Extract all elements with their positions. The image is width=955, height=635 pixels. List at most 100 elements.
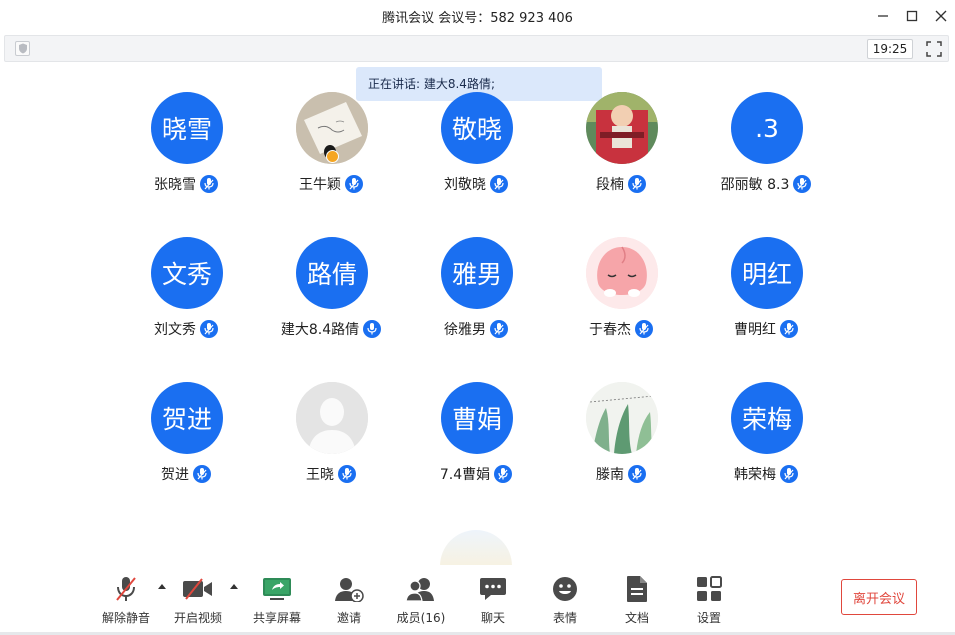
members-label: 成员(16) [396, 611, 446, 625]
avatar-photo [586, 92, 658, 164]
unmute-label: 解除静音 [101, 611, 150, 625]
participant-name: 张晓雪 [154, 177, 196, 193]
unmute-button[interactable]: 解除静音 [91, 573, 161, 629]
fullscreen-icon[interactable] [925, 40, 943, 58]
participant-name: 7.4曹娟 [439, 467, 491, 483]
participant-tile[interactable]: 于春杰 [551, 237, 691, 357]
close-icon [935, 10, 947, 22]
participant-tile[interactable]: 敬晓 刘敬晓 [406, 92, 546, 212]
participant-tile[interactable]: 王牛颖 [261, 92, 401, 212]
participant-name-row: 刘文秀 [116, 319, 256, 339]
maximize-icon [906, 10, 918, 22]
participant-name-row: 王晓 [261, 464, 401, 484]
avatar-photo [586, 237, 658, 309]
members-icon [386, 573, 456, 605]
microphone-icon[interactable] [494, 465, 513, 483]
microphone-icon[interactable] [780, 465, 798, 483]
smiley-icon [530, 573, 600, 605]
chat-label: 聊天 [480, 611, 505, 625]
invite-button[interactable]: 邀请 [314, 573, 384, 629]
emoji-label: 表情 [552, 611, 577, 625]
microphone-icon[interactable] [793, 175, 812, 193]
participant-tile[interactable]: 贺进 贺进 [116, 382, 256, 502]
participant-tile[interactable]: .3 邵丽敏 8.3 [696, 92, 836, 212]
microphone-icon[interactable] [345, 175, 363, 193]
close-button[interactable] [930, 5, 952, 27]
participant-name-row: 滕南 [551, 464, 691, 484]
participant-tile[interactable]: 文秀 刘文秀 [116, 237, 256, 357]
microphone-icon[interactable] [628, 465, 646, 483]
participant-name-row: 徐雅男 [406, 319, 546, 339]
participant-tile[interactable]: 雅男 徐雅男 [406, 237, 546, 357]
microphone-icon[interactable] [628, 175, 646, 193]
participant-name: 于春杰 [589, 322, 631, 338]
participant-name: 贺进 [161, 467, 189, 483]
avatar-photo [586, 382, 658, 454]
meeting-info-bar: 19:25 [4, 35, 949, 62]
participant-tile[interactable]: 段楠 [551, 92, 691, 212]
participant-tile[interactable]: 荣梅 韩荣梅 [696, 382, 836, 502]
avatar-photo-partial[interactable] [440, 530, 512, 566]
documents-label: 文档 [624, 611, 649, 625]
participant-tile[interactable]: 滕南 [551, 382, 691, 502]
leave-meeting-button[interactable]: 离开会议 [841, 579, 917, 615]
video-options-caret-icon[interactable] [230, 584, 238, 589]
microphone-muted-icon [91, 573, 161, 605]
emoji-button[interactable]: 表情 [530, 573, 600, 629]
participant-tile[interactable]: 路倩 建大8.4路倩 [261, 237, 401, 357]
participant-name-row: 段楠 [551, 174, 691, 194]
microphone-icon[interactable] [200, 320, 218, 338]
participant-name-row: 王牛颖 [261, 174, 401, 194]
participant-name: 曹明红 [734, 322, 776, 338]
participant-name-row: 张晓雪 [116, 174, 256, 194]
participant-name: 邵丽敏 8.3 [720, 177, 790, 193]
document-icon [602, 573, 672, 605]
participant-name: 建大8.4路倩 [280, 322, 360, 338]
microphone-icon[interactable] [635, 320, 653, 338]
avatar: 路倩 [296, 237, 368, 309]
participant-tile[interactable]: 王晓 [261, 382, 401, 502]
start-video-label: 开启视频 [173, 611, 222, 625]
participant-name: 王牛颖 [299, 177, 341, 193]
documents-button[interactable]: 文档 [602, 573, 672, 629]
settings-label: 设置 [696, 611, 721, 625]
camera-off-icon [163, 573, 233, 605]
microphone-icon[interactable] [338, 465, 356, 483]
participant-tile[interactable]: 明红 曹明红 [696, 237, 836, 357]
microphone-active-icon[interactable] [363, 320, 382, 338]
meeting-toolbar: 解除静音 开启视频 共享屏幕 邀请 成员(16) 聊天 表情 文档 设置 离开会… [0, 565, 955, 635]
microphone-icon[interactable] [490, 175, 508, 193]
meeting-clock: 19:25 [867, 39, 913, 59]
microphone-icon[interactable] [193, 465, 211, 483]
chat-button[interactable]: 聊天 [458, 573, 528, 629]
avatar: 敬晓 [441, 92, 513, 164]
avatar: 荣梅 [731, 382, 803, 454]
share-screen-button[interactable]: 共享屏幕 [242, 573, 312, 629]
default-avatar-icon [296, 382, 368, 454]
participant-tile[interactable]: 晓雪 张晓雪 [116, 92, 256, 212]
participant-name-row: 曹明红 [696, 319, 836, 339]
settings-button[interactable]: 设置 [674, 573, 744, 629]
microphone-icon[interactable] [200, 175, 218, 193]
avatar: 曹娟 [441, 382, 513, 454]
host-badge-icon [326, 150, 339, 163]
avatar: 雅男 [441, 237, 513, 309]
start-video-button[interactable]: 开启视频 [163, 573, 233, 629]
participant-name-row: 7.4曹娟 [406, 464, 546, 484]
participant-name: 王晓 [306, 467, 334, 483]
share-screen-icon [242, 573, 312, 605]
participant-name-row: 于春杰 [551, 319, 691, 339]
participant-name: 滕南 [596, 467, 624, 483]
microphone-icon[interactable] [780, 320, 798, 338]
microphone-icon[interactable] [490, 320, 508, 338]
participant-name-row: 刘敬晓 [406, 174, 546, 194]
minimize-icon [878, 15, 888, 17]
security-shield-icon[interactable] [15, 41, 30, 56]
chat-bubble-icon [458, 573, 528, 605]
window-title: 腾讯会议 会议号：582 923 406 [382, 11, 573, 26]
members-button[interactable]: 成员(16) [386, 573, 456, 629]
minimize-button[interactable] [872, 5, 894, 27]
participant-name: 刘文秀 [154, 322, 196, 338]
participant-tile[interactable]: 曹娟 7.4曹娟 [406, 382, 546, 502]
maximize-button[interactable] [901, 5, 923, 27]
